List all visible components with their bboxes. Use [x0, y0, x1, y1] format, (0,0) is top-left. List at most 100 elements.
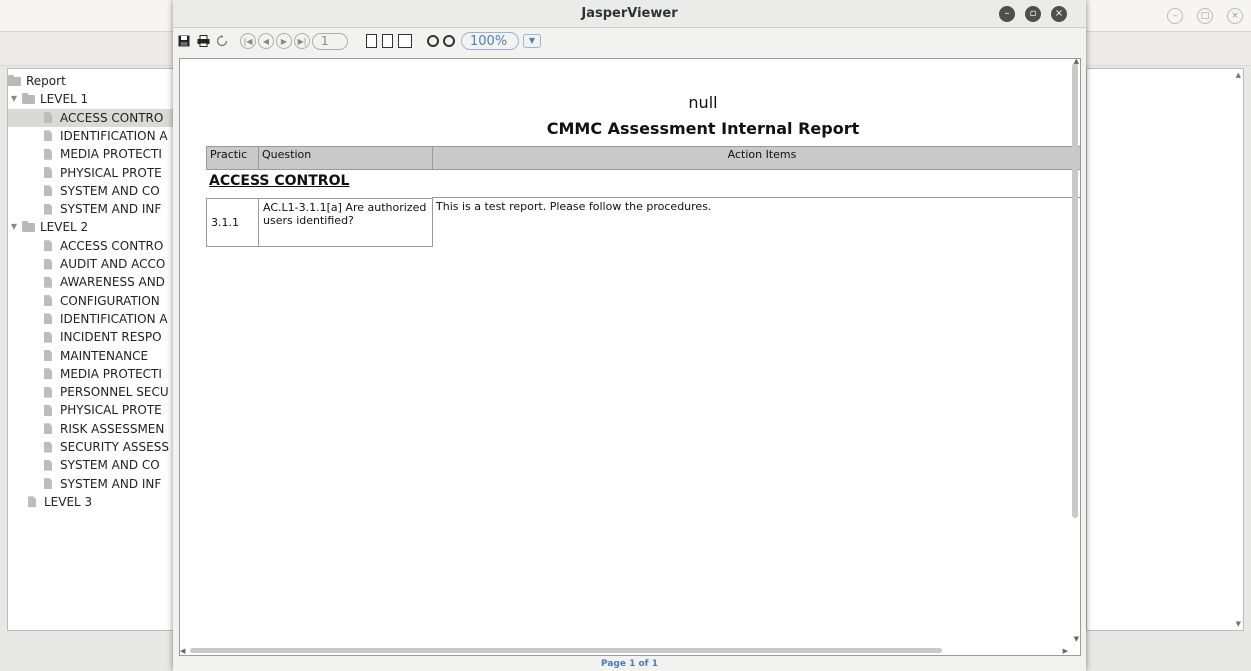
tree-item[interactable]: AUDIT AND ACCO — [44, 255, 186, 273]
expand-toggle-icon[interactable]: ▼ — [8, 90, 20, 108]
page-number-input[interactable]: 1 — [312, 32, 348, 50]
right-panel: ▲ ▼ — [1086, 68, 1244, 631]
tree-item[interactable]: MEDIA PROTECTI — [44, 145, 186, 163]
column-header-question: Question — [258, 146, 433, 170]
zoom-in-icon[interactable] — [427, 35, 439, 47]
document-icon — [44, 404, 52, 416]
document-icon — [44, 167, 52, 178]
tree-item-label: LEVEL 1 — [40, 92, 89, 107]
tree-item[interactable]: IDENTIFICATION A — [44, 310, 186, 328]
folder-icon — [22, 92, 35, 104]
group-title: ACCESS CONTROL — [209, 173, 350, 189]
tree-item[interactable]: SYSTEM AND INF — [44, 200, 186, 218]
next-page-icon[interactable]: ▶ — [276, 33, 292, 49]
previous-page-icon[interactable]: ◀ — [258, 33, 274, 49]
tree-item[interactable]: CONFIGURATION — [44, 292, 186, 310]
document-icon — [44, 350, 52, 361]
minimize-icon[interactable]: – — [999, 6, 1015, 22]
close-icon[interactable]: × — [1227, 8, 1243, 24]
row-question: AC.L1-3.1.1[a] Are authorized users iden… — [258, 198, 433, 247]
tree-item-label: IDENTIFICATION A — [60, 128, 168, 143]
vertical-scrollbar[interactable] — [1072, 63, 1078, 518]
tree-item[interactable]: ACCESS CONTRO — [44, 237, 186, 255]
scroll-down-icon[interactable]: ▼ — [1236, 620, 1241, 628]
tree-item[interactable]: MEDIA PROTECTI — [44, 365, 186, 383]
first-page-icon[interactable]: |◀ — [240, 33, 256, 49]
tree-item-label: SYSTEM AND INF — [60, 202, 162, 217]
tree-item-label: SYSTEM AND CO — [60, 458, 160, 473]
horizontal-scrollbar[interactable] — [190, 648, 942, 653]
zoom-dropdown-icon[interactable]: ▼ — [523, 34, 541, 48]
scroll-up-icon[interactable]: ▲ — [1074, 59, 1079, 65]
tree-folder[interactable]: ▼ LEVEL 1 — [8, 90, 186, 108]
tree-item-label: SYSTEM AND CO — [60, 183, 160, 198]
tree-item-label: SYSTEM AND INF — [60, 476, 162, 491]
tree-item-label: RISK ASSESSMEN — [60, 421, 165, 436]
last-page-icon[interactable]: ▶| — [294, 33, 310, 49]
document-icon — [44, 185, 52, 197]
document-icon — [44, 441, 52, 453]
tree-item[interactable]: SYSTEM AND CO — [44, 182, 186, 200]
tree-folder[interactable]: ▼ LEVEL 2 — [8, 218, 186, 236]
tree-item[interactable]: SECURITY ASSESS — [44, 438, 186, 456]
tree-item-label: SECURITY ASSESS — [60, 440, 169, 454]
document-icon — [44, 240, 52, 252]
maximize-icon[interactable]: ▫ — [1025, 6, 1041, 22]
report-tree[interactable]: Report ▼ LEVEL 1 ACCESS CONTRO IDENTIFICATIO… — [7, 68, 187, 631]
scroll-down-icon[interactable]: ▼ — [1074, 635, 1079, 643]
window-title: JasperViewer — [581, 6, 678, 21]
tree-item-label: IDENTIFICATION A — [60, 311, 168, 326]
page-status: Page 1 of 1 — [601, 659, 658, 669]
document-icon — [44, 459, 52, 471]
zoom-level-combobox[interactable]: 100% — [461, 32, 519, 50]
document-icon — [44, 478, 52, 490]
tree-item[interactable]: RISK ASSESSMEN — [44, 420, 186, 438]
tree-root[interactable]: Report — [8, 72, 186, 90]
tree-item[interactable]: MAINTENANCE — [44, 347, 186, 365]
close-icon[interactable]: × — [1051, 6, 1067, 22]
jasper-viewer-window: JasperViewer – ▫ × |◀ ◀ ▶ ▶| 1 100% ▼ nu… — [173, 0, 1086, 671]
document-icon — [44, 331, 52, 343]
scroll-left-icon[interactable]: ◀ — [180, 647, 185, 655]
tree-item-label: MEDIA PROTECTI — [60, 366, 162, 381]
tree-item[interactable]: PERSONNEL SECU — [44, 383, 186, 401]
expand-toggle-icon[interactable]: ▼ — [8, 218, 20, 236]
tree-item[interactable]: INCIDENT RESPO — [44, 328, 186, 346]
tree-item[interactable]: ACCESS CONTRO — [8, 108, 186, 127]
scroll-right-icon[interactable]: ▶ — [1063, 647, 1068, 655]
document-icon — [44, 148, 52, 160]
tree-item[interactable]: IDENTIFICATION A — [44, 127, 186, 145]
tree-item-label: ACCESS CONTRO — [60, 110, 164, 125]
folder-icon — [8, 74, 21, 86]
tree-item[interactable]: SYSTEM AND CO — [44, 456, 186, 474]
scroll-up-icon[interactable]: ▲ — [1236, 71, 1241, 79]
row-practice: 3.1.1 — [206, 198, 259, 247]
document-icon — [44, 295, 52, 307]
document-icon — [44, 386, 52, 398]
reload-icon[interactable] — [214, 32, 230, 50]
tree-item[interactable]: SYSTEM AND INF — [44, 475, 186, 493]
tree-item[interactable]: LEVEL 3 — [28, 493, 186, 511]
actual-size-icon[interactable] — [366, 34, 377, 48]
column-header-action-items: Action Items — [432, 146, 1080, 170]
background-window-controls: – □ × — [1167, 8, 1243, 24]
fit-page-icon[interactable] — [382, 34, 393, 48]
zoom-out-icon[interactable] — [443, 35, 455, 47]
print-icon[interactable] — [195, 32, 211, 50]
minimize-icon[interactable]: – — [1167, 8, 1183, 24]
tree-item-label: LEVEL 3 — [44, 494, 93, 509]
tree-item-label: PHYSICAL PROTE — [60, 165, 162, 180]
document-icon — [28, 496, 36, 508]
tree-item[interactable]: AWARENESS AND — [44, 273, 186, 291]
maximize-icon[interactable]: □ — [1197, 8, 1213, 24]
viewer-titlebar[interactable]: JasperViewer – ▫ × — [173, 0, 1086, 28]
report-viewport[interactable]: null CMMC Assessment Internal Report Pra… — [179, 58, 1081, 656]
tree-item-label: Report — [26, 74, 66, 88]
report-header-null: null — [688, 93, 718, 112]
document-icon — [44, 258, 52, 270]
report-page: null CMMC Assessment Internal Report Pra… — [188, 65, 1080, 635]
tree-item[interactable]: PHYSICAL PROTE — [44, 164, 186, 182]
fit-width-icon[interactable] — [398, 34, 412, 48]
save-icon[interactable] — [176, 32, 192, 50]
tree-item[interactable]: PHYSICAL PROTE — [44, 401, 186, 419]
